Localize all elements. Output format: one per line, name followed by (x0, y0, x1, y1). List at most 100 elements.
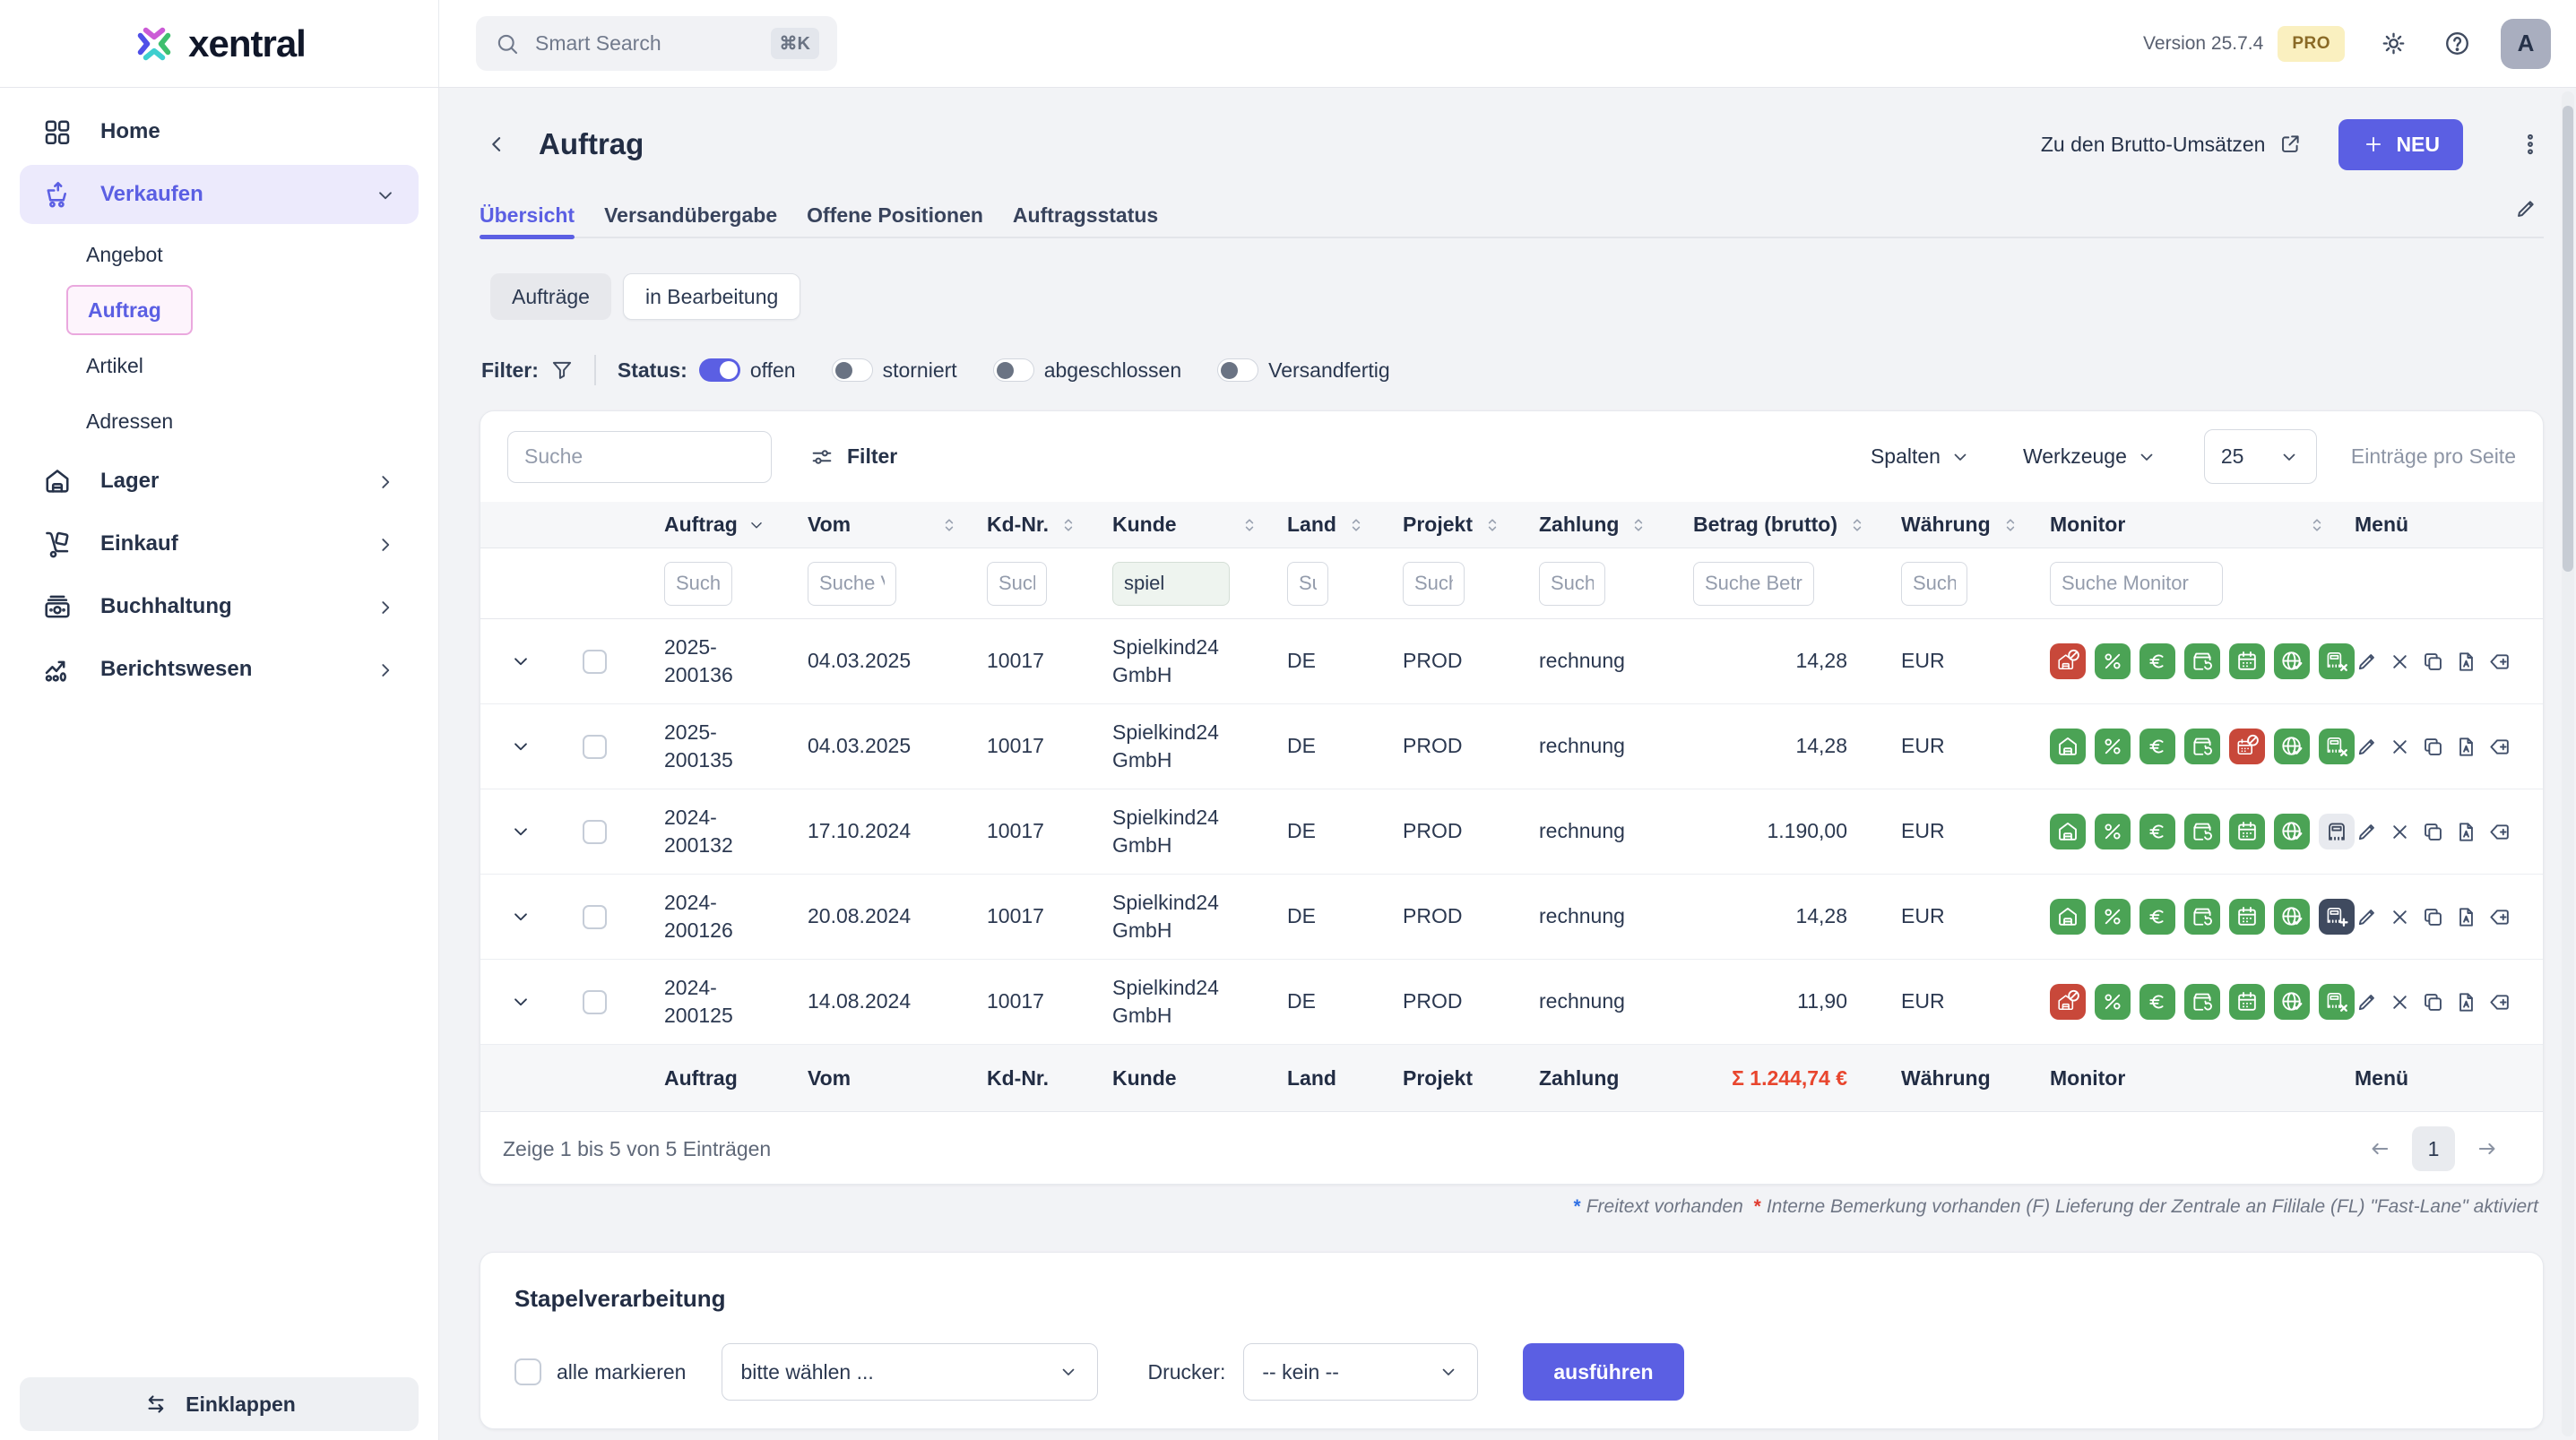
settings-button[interactable] (2379, 29, 2408, 58)
monitor-percent-icon[interactable] (2095, 643, 2131, 679)
sidebar-item-artikel[interactable]: Artikel (66, 341, 419, 391)
sidebar-item-einkauf[interactable]: Einkauf (20, 514, 419, 573)
monitor-globe-check-icon[interactable] (2274, 814, 2310, 849)
copy-button[interactable] (2421, 735, 2445, 759)
monitor-globe-check-icon[interactable] (2274, 729, 2310, 764)
search-betrag-brutto[interactable] (1693, 562, 1814, 606)
copy-button[interactable] (2421, 650, 2445, 674)
sidebar-item-adressen[interactable]: Adressen (66, 396, 419, 446)
column-header-betrag-brutto[interactable]: Betrag (brutto) (1693, 513, 1901, 537)
column-header-vom[interactable]: Vom (808, 513, 987, 537)
monitor-warehouse-blocked-icon[interactable] (2050, 643, 2086, 679)
monitor-truck-icon[interactable] (2319, 814, 2355, 849)
page-size-select[interactable]: 25 (2204, 429, 2317, 484)
monitor-calendar-icon[interactable] (2229, 643, 2265, 679)
monitor-euro-icon[interactable] (2139, 899, 2175, 935)
toggle-switch[interactable] (832, 358, 873, 382)
monitor-truck-x-icon[interactable] (2319, 984, 2355, 1020)
view-auftraege[interactable]: Aufträge (490, 273, 611, 320)
monitor-globe-check-icon[interactable] (2274, 643, 2310, 679)
scrollbar-track[interactable] (2562, 91, 2574, 1436)
monitor-euro-icon[interactable] (2139, 643, 2175, 679)
monitor-truck-x-icon[interactable] (2319, 643, 2355, 679)
delete-button[interactable] (2388, 905, 2412, 929)
printer-select[interactable]: -- kein -- (1243, 1343, 1478, 1401)
monitor-percent-icon[interactable] (2095, 729, 2131, 764)
copy-button[interactable] (2421, 820, 2445, 844)
table-filter-button[interactable]: Filter (809, 444, 897, 470)
column-header-zahlung[interactable]: Zahlung (1539, 513, 1693, 537)
row-checkbox[interactable] (583, 905, 607, 929)
view-in-bearbeitung[interactable]: in Bearbeitung (623, 273, 800, 320)
row-checkbox[interactable] (583, 735, 607, 759)
edit-button[interactable] (2355, 650, 2379, 674)
edit-button[interactable] (2355, 820, 2379, 844)
monitor-euro-icon[interactable] (2139, 814, 2175, 849)
pdf-button[interactable] (2454, 905, 2478, 929)
monitor-truck-x-icon[interactable] (2319, 729, 2355, 764)
monitor-warehouse-blocked-icon[interactable] (2050, 984, 2086, 1020)
monitor-box-sync-icon[interactable] (2184, 643, 2220, 679)
column-header-kunde[interactable]: Kunde (1112, 513, 1287, 537)
search-währung[interactable] (1901, 562, 1967, 606)
monitor-box-sync-icon[interactable] (2184, 729, 2220, 764)
copy-button[interactable] (2421, 905, 2445, 929)
monitor-percent-icon[interactable] (2095, 984, 2131, 1020)
delete-button[interactable] (2388, 735, 2412, 759)
toggle-offen[interactable]: offen (699, 358, 796, 383)
tab-offene-positionen[interactable]: Offene Positionen (807, 193, 983, 237)
new-order-button[interactable]: NEU (2338, 119, 2463, 170)
search-zahlung[interactable] (1539, 562, 1605, 606)
toggle-storniert[interactable]: storniert (832, 358, 957, 383)
scrollbar-thumb[interactable] (2563, 106, 2573, 572)
expand-row-button[interactable] (480, 650, 561, 673)
toggle-switch[interactable] (699, 358, 740, 382)
tab-versanduebergabe[interactable]: Versandübergabe (604, 193, 777, 237)
column-header-auftrag[interactable]: Auftrag (664, 513, 808, 537)
add-tag-button[interactable] (2487, 905, 2511, 929)
previous-page-button[interactable] (2367, 1136, 2392, 1162)
monitor-truck-plus-icon[interactable] (2319, 899, 2355, 935)
funnel-icon[interactable] (549, 358, 575, 384)
monitor-box-sync-icon[interactable] (2184, 814, 2220, 849)
toggle-switch[interactable] (1217, 358, 1258, 382)
toggle-versandfertig[interactable]: Versandfertig (1217, 358, 1390, 383)
pdf-button[interactable] (2454, 650, 2478, 674)
add-tag-button[interactable] (2487, 990, 2511, 1014)
expand-row-button[interactable] (480, 820, 561, 843)
help-button[interactable] (2442, 29, 2472, 58)
expand-row-button[interactable] (480, 735, 561, 758)
back-button[interactable] (480, 127, 514, 161)
add-tag-button[interactable] (2487, 650, 2511, 674)
add-tag-button[interactable] (2487, 820, 2511, 844)
page-number-button[interactable]: 1 (2412, 1126, 2455, 1171)
delete-button[interactable] (2388, 820, 2412, 844)
monitor-box-sync-icon[interactable] (2184, 899, 2220, 935)
column-header-menü[interactable]: Menü (2355, 513, 2543, 537)
brutto-umsaetze-link[interactable]: Zu den Brutto-Umsätzen (2041, 132, 2304, 157)
monitor-calendar-blocked-icon[interactable] (2229, 729, 2265, 764)
avatar[interactable]: A (2501, 19, 2551, 69)
edit-button[interactable] (2355, 990, 2379, 1014)
column-header-währung[interactable]: Währung (1901, 513, 2050, 537)
table-search-input[interactable] (507, 431, 772, 483)
batch-action-select[interactable]: bitte wählen ... (722, 1343, 1098, 1401)
columns-dropdown[interactable]: Spalten (1871, 444, 1971, 469)
sidebar-item-home[interactable]: Home (20, 102, 419, 161)
column-header-projekt[interactable]: Projekt (1403, 513, 1539, 537)
tab-uebersicht[interactable]: Übersicht (480, 193, 575, 237)
tab-auftragsstatus[interactable]: Auftragsstatus (1013, 193, 1158, 237)
search-monitor[interactable] (2050, 562, 2223, 606)
more-options-button[interactable] (2517, 131, 2544, 158)
search-kd-nr[interactable] (987, 562, 1047, 606)
search-land[interactable] (1287, 562, 1328, 606)
monitor-calendar-icon[interactable] (2229, 984, 2265, 1020)
search-auftrag[interactable] (664, 562, 732, 606)
toggle-switch[interactable] (993, 358, 1034, 382)
edit-button[interactable] (2355, 735, 2379, 759)
search-projekt[interactable] (1403, 562, 1465, 606)
monitor-warehouse-icon[interactable] (2050, 814, 2086, 849)
edit-button[interactable] (2355, 905, 2379, 929)
sidebar-item-auftrag[interactable]: Auftrag (66, 285, 193, 335)
row-checkbox[interactable] (583, 990, 607, 1014)
